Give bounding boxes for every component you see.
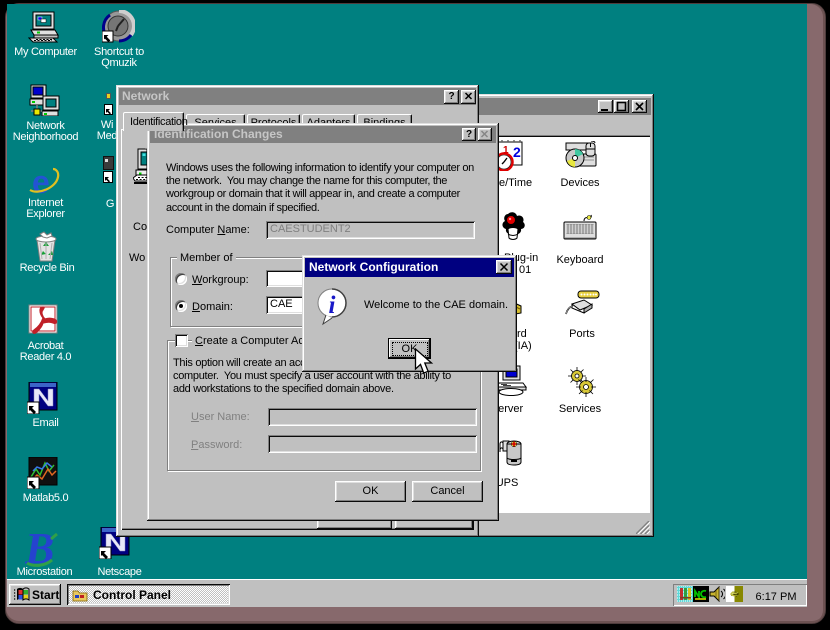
- svg-text:2: 2: [513, 144, 521, 160]
- svg-text:i: i: [329, 292, 336, 319]
